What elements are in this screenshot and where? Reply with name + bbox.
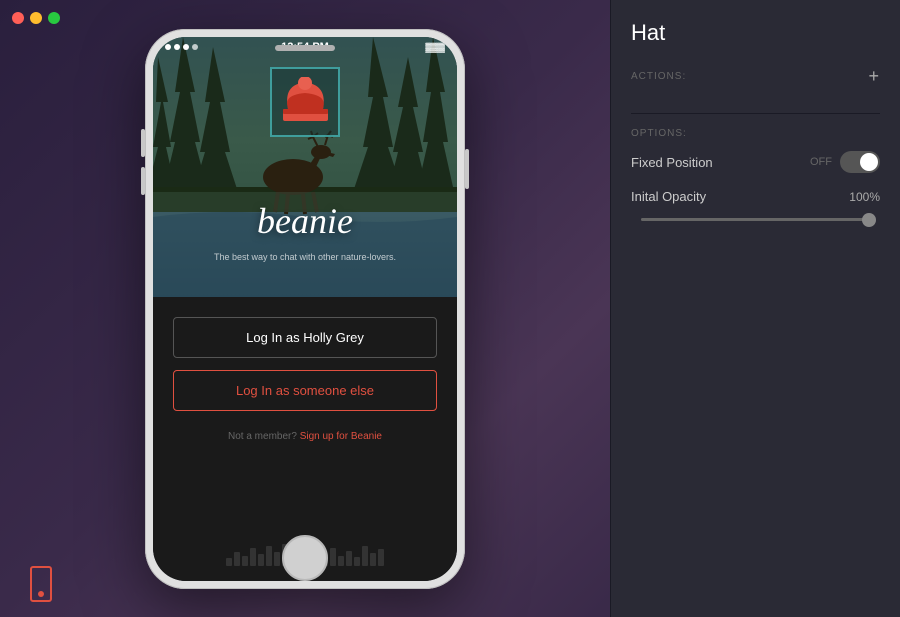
battery-icon: ▓▓▓ [425,42,445,52]
phone-speaker [275,45,335,51]
signal-dot-3 [183,44,189,50]
divider-1 [631,113,880,114]
initial-opacity-row: Inital Opacity 100% [631,189,880,226]
not-member-section: Not a member? Sign up for Beanie [228,431,382,442]
not-member-text: Not a member? [228,431,297,442]
options-label-text: OPTIONS: [631,128,687,139]
initial-opacity-label: Inital Opacity [631,189,706,204]
wave-bar [274,552,280,566]
status-icons: ▓▓▓ [425,42,445,52]
beanie-hat-icon [278,77,333,127]
volume-up-button [141,129,145,157]
signal-dot-4 [192,44,198,50]
maximize-button[interactable] [48,12,60,24]
logo-box [270,67,340,137]
app-title: beanie [153,200,457,242]
wave-bar [338,556,344,566]
actions-section-label: ACTIONS: + [631,66,880,87]
wave-bar [370,553,376,566]
device-icon [30,566,52,602]
close-button[interactable] [12,12,24,24]
actions-label-text: ACTIONS: [631,71,686,82]
toggle-knob [860,153,878,171]
window-controls [12,12,60,24]
phone-screen: 12:54 PM ▓▓▓ [153,37,457,581]
signal-dot-1 [165,44,171,50]
fixed-position-toggle-container: OFF [810,151,880,173]
slider-thumb [862,213,876,227]
wave-bar [226,558,232,566]
device-dot [38,591,44,597]
options-section-label: OPTIONS: [631,128,880,139]
wave-bar [330,548,336,566]
home-button[interactable] [282,535,328,581]
initial-opacity-value: 100% [845,190,880,204]
wave-bar [250,548,256,566]
add-action-button[interactable]: + [868,66,880,87]
wave-bar [258,554,264,566]
wave-bar [234,552,240,566]
power-button [465,149,469,189]
wave-bar [378,549,384,566]
iphone-mockup: 12:54 PM ▓▓▓ [145,29,465,589]
volume-down-button [141,167,145,195]
fixed-position-toggle[interactable] [840,151,880,173]
fixed-position-row: Fixed Position OFF [631,151,880,173]
signup-link[interactable]: Sign up for Beanie [300,431,382,442]
minimize-button[interactable] [30,12,42,24]
wave-bar [354,557,360,566]
signal-dot-2 [174,44,180,50]
wave-bar [266,546,272,566]
phone-hero-area: beanie The best way to chat with other n… [153,37,457,297]
panel-title: Hat [631,20,880,46]
opacity-slider[interactable] [641,212,870,226]
toggle-off-label: OFF [810,156,832,168]
right-panel: Hat ACTIONS: + OPTIONS: Fixed Position O… [610,0,900,617]
wave-bar [242,556,248,566]
wave-bar [362,546,368,566]
app-subtitle: The best way to chat with other nature-l… [153,252,457,262]
phone-area: 12:54 PM ▓▓▓ [0,0,610,617]
login-holly-button[interactable]: Log In as Holly Grey [173,317,437,358]
fixed-position-label: Fixed Position [631,155,713,170]
login-someone-button[interactable]: Log In as someone else [173,370,437,411]
signal-dots [165,44,198,50]
slider-fill [641,218,870,221]
wave-bar [346,551,352,566]
